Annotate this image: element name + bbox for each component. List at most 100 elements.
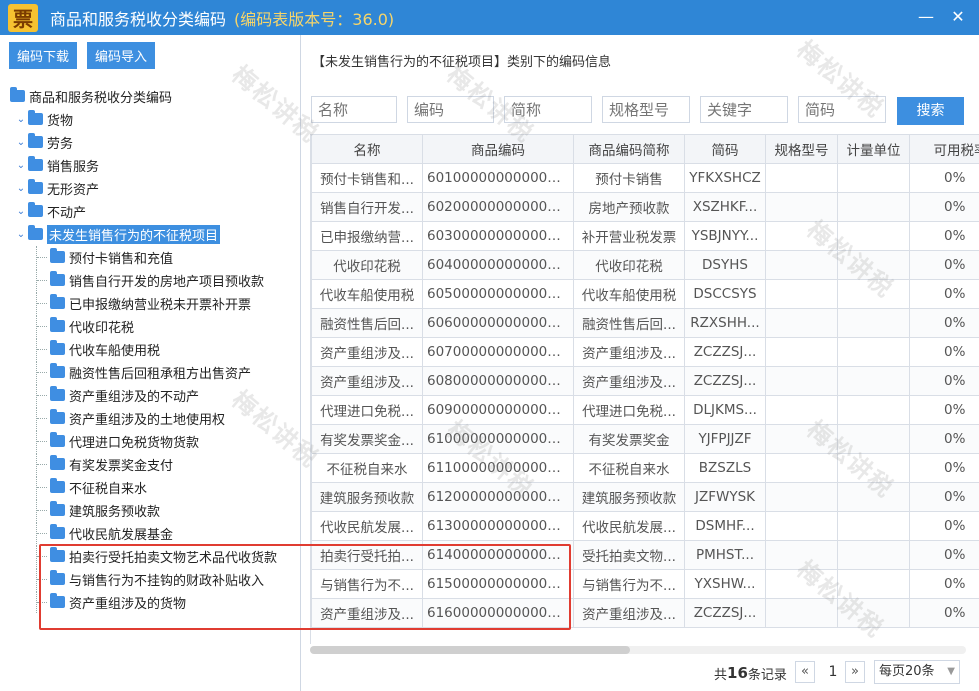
unit-cell[interactable]	[837, 511, 910, 541]
spec-cell[interactable]	[765, 337, 838, 367]
spec-cell[interactable]	[765, 598, 838, 628]
table-row[interactable]: 代收民航发展... 6130000000000000... 代收民航发展... DSM…	[311, 511, 979, 541]
minimize-button[interactable]: —	[915, 6, 937, 28]
table-row[interactable]: 代收印花税 6040000000000000... 代收印花税 DSYHS 0%	[311, 250, 979, 280]
short-code-cell[interactable]: DLJKMS...	[684, 395, 766, 425]
tax-rate-cell[interactable]: 0%	[909, 424, 979, 454]
table-row[interactable]: 有奖发票奖金... 6100000000000000... 有奖发票奖金 YJFPJJ…	[311, 424, 979, 454]
code-cell[interactable]: 6030000000000000...	[422, 221, 574, 251]
tree-child-item[interactable]: 融资性售后回租承租方出售资产	[0, 361, 251, 383]
spec-cell[interactable]	[765, 511, 838, 541]
short-name-cell[interactable]: 房地产预收款	[573, 192, 685, 222]
name-cell[interactable]: 代收车船使用税	[311, 279, 423, 309]
spec-cell[interactable]	[765, 308, 838, 338]
table-row[interactable]: 已申报缴纳营... 6030000000000000... 补开营业税发票 YSBJN…	[311, 221, 979, 251]
short-code-cell[interactable]: RZXSHH...	[684, 308, 766, 338]
import-codes-button[interactable]: 编码导入	[87, 42, 155, 69]
expand-icon[interactable]: ⌄	[14, 206, 28, 217]
short-name-cell[interactable]: 补开营业税发票	[573, 221, 685, 251]
code-cell[interactable]: 6020000000000000...	[422, 192, 574, 222]
code-cell[interactable]: 6090000000000000...	[422, 395, 574, 425]
name-cell[interactable]: 资产重组涉及...	[311, 598, 423, 628]
short-name-cell[interactable]: 预付卡销售	[573, 163, 685, 193]
table-row[interactable]: 与销售行为不... 6150000000000000... 与销售行为不... YXS…	[311, 569, 979, 599]
tree-item[interactable]: ⌄ 未发生销售行为的不征税项目	[0, 223, 221, 245]
short-code-cell[interactable]: DSMHF...	[684, 511, 766, 541]
table-row[interactable]: 建筑服务预收款 6120000000000000... 建筑服务预收款 JZFWYSK…	[311, 482, 979, 512]
col-header-spec[interactable]: 规格型号	[765, 134, 838, 164]
short-code-filter-input[interactable]	[798, 96, 886, 123]
tree-child-item[interactable]: 代理进口免税货物货款	[0, 430, 199, 452]
code-cell[interactable]: 6160000000000000...	[422, 598, 574, 628]
short-code-cell[interactable]: YJFPJJZF	[684, 424, 766, 454]
table-row[interactable]: 资产重组涉及... 6080000000000000... 资产重组涉及... ZCZ…	[311, 366, 979, 396]
short-code-cell[interactable]: ZCZZSJ...	[684, 337, 766, 367]
unit-cell[interactable]	[837, 598, 910, 628]
table-row[interactable]: 代理进口免税... 6090000000000000... 代理进口免税... DLJ…	[311, 395, 979, 425]
tax-rate-cell[interactable]: 0%	[909, 279, 979, 309]
code-cell[interactable]: 6050000000000000...	[422, 279, 574, 309]
tax-rate-cell[interactable]: 0%	[909, 540, 979, 570]
table-row[interactable]: 拍卖行受托拍... 6140000000000000... 受托拍卖文物... PMH…	[311, 540, 979, 570]
name-cell[interactable]: 融资性售后回...	[311, 308, 423, 338]
short-name-cell[interactable]: 受托拍卖文物...	[573, 540, 685, 570]
next-page-button[interactable]: »	[845, 661, 865, 683]
col-header-short-code[interactable]: 简码	[684, 134, 766, 164]
tax-rate-cell[interactable]: 0%	[909, 569, 979, 599]
col-header-tax-rate[interactable]: 可用税率	[909, 134, 979, 164]
name-cell[interactable]: 有奖发票奖金...	[311, 424, 423, 454]
unit-cell[interactable]	[837, 395, 910, 425]
short-name-cell[interactable]: 融资性售后回...	[573, 308, 685, 338]
tree-child-item[interactable]: 有奖发票奖金支付	[0, 453, 173, 475]
tree-item[interactable]: ⌄ 不动产	[0, 200, 86, 222]
unit-cell[interactable]	[837, 279, 910, 309]
spec-cell[interactable]	[765, 192, 838, 222]
table-row[interactable]: 销售自行开发... 6020000000000000... 房地产预收款 XSZHKF…	[311, 192, 979, 222]
tree-child-item[interactable]: 与销售行为不挂钩的财政补贴收入	[0, 568, 264, 590]
short-code-cell[interactable]: ZCZZSJ...	[684, 366, 766, 396]
col-header-code[interactable]: 商品编码	[422, 134, 574, 164]
tree-child-item[interactable]: 代收印花税	[0, 315, 134, 337]
spec-cell[interactable]	[765, 250, 838, 280]
code-cell[interactable]: 6040000000000000...	[422, 250, 574, 280]
tree-item[interactable]: ⌄ 劳务	[0, 131, 73, 153]
short-name-cell[interactable]: 资产重组涉及...	[573, 337, 685, 367]
tax-rate-cell[interactable]: 0%	[909, 192, 979, 222]
col-header-short-name[interactable]: 商品编码简称	[573, 134, 685, 164]
short-name-cell[interactable]: 资产重组涉及...	[573, 366, 685, 396]
tree-item[interactable]: ⌄ 无形资产	[0, 177, 99, 199]
spec-cell[interactable]	[765, 453, 838, 483]
tax-rate-cell[interactable]: 0%	[909, 221, 979, 251]
search-button[interactable]: 搜索	[897, 97, 964, 125]
tree-child-item[interactable]: 代收车船使用税	[0, 338, 160, 360]
name-cell[interactable]: 代收印花税	[311, 250, 423, 280]
keyword-filter-input[interactable]	[700, 96, 788, 123]
tree-item[interactable]: ⌄ 货物	[0, 108, 73, 130]
short-name-cell[interactable]: 代理进口免税...	[573, 395, 685, 425]
tax-rate-cell[interactable]: 0%	[909, 163, 979, 193]
short-code-cell[interactable]: YFKXSHCZ	[684, 163, 766, 193]
unit-cell[interactable]	[837, 192, 910, 222]
name-cell[interactable]: 与销售行为不...	[311, 569, 423, 599]
download-codes-button[interactable]: 编码下载	[9, 42, 77, 69]
unit-cell[interactable]	[837, 569, 910, 599]
expand-icon[interactable]: ⌄	[14, 160, 28, 171]
code-cell[interactable]: 6060000000000000...	[422, 308, 574, 338]
spec-cell[interactable]	[765, 424, 838, 454]
col-header-name[interactable]: 名称	[311, 134, 423, 164]
code-cell[interactable]: 6100000000000000...	[422, 424, 574, 454]
table-row[interactable]: 不征税自来水 6110000000000000... 不征税自来水 BZSZLS 0%	[311, 453, 979, 483]
tax-rate-cell[interactable]: 0%	[909, 250, 979, 280]
short-code-cell[interactable]: JZFWYSK	[684, 482, 766, 512]
tree-child-item[interactable]: 建筑服务预收款	[0, 499, 160, 521]
short-name-filter-input[interactable]	[504, 96, 592, 123]
expand-icon[interactable]: ⌄	[14, 114, 28, 125]
page-size-select[interactable]: 每页20条 ▼	[874, 660, 960, 684]
col-header-unit[interactable]: 计量单位	[837, 134, 910, 164]
name-cell[interactable]: 建筑服务预收款	[311, 482, 423, 512]
tree-item[interactable]: ⌄ 销售服务	[0, 154, 99, 176]
code-cell[interactable]: 6120000000000000...	[422, 482, 574, 512]
unit-cell[interactable]	[837, 453, 910, 483]
tree-root[interactable]: 商品和服务税收分类编码	[0, 85, 172, 107]
prev-page-button[interactable]: «	[795, 661, 815, 683]
